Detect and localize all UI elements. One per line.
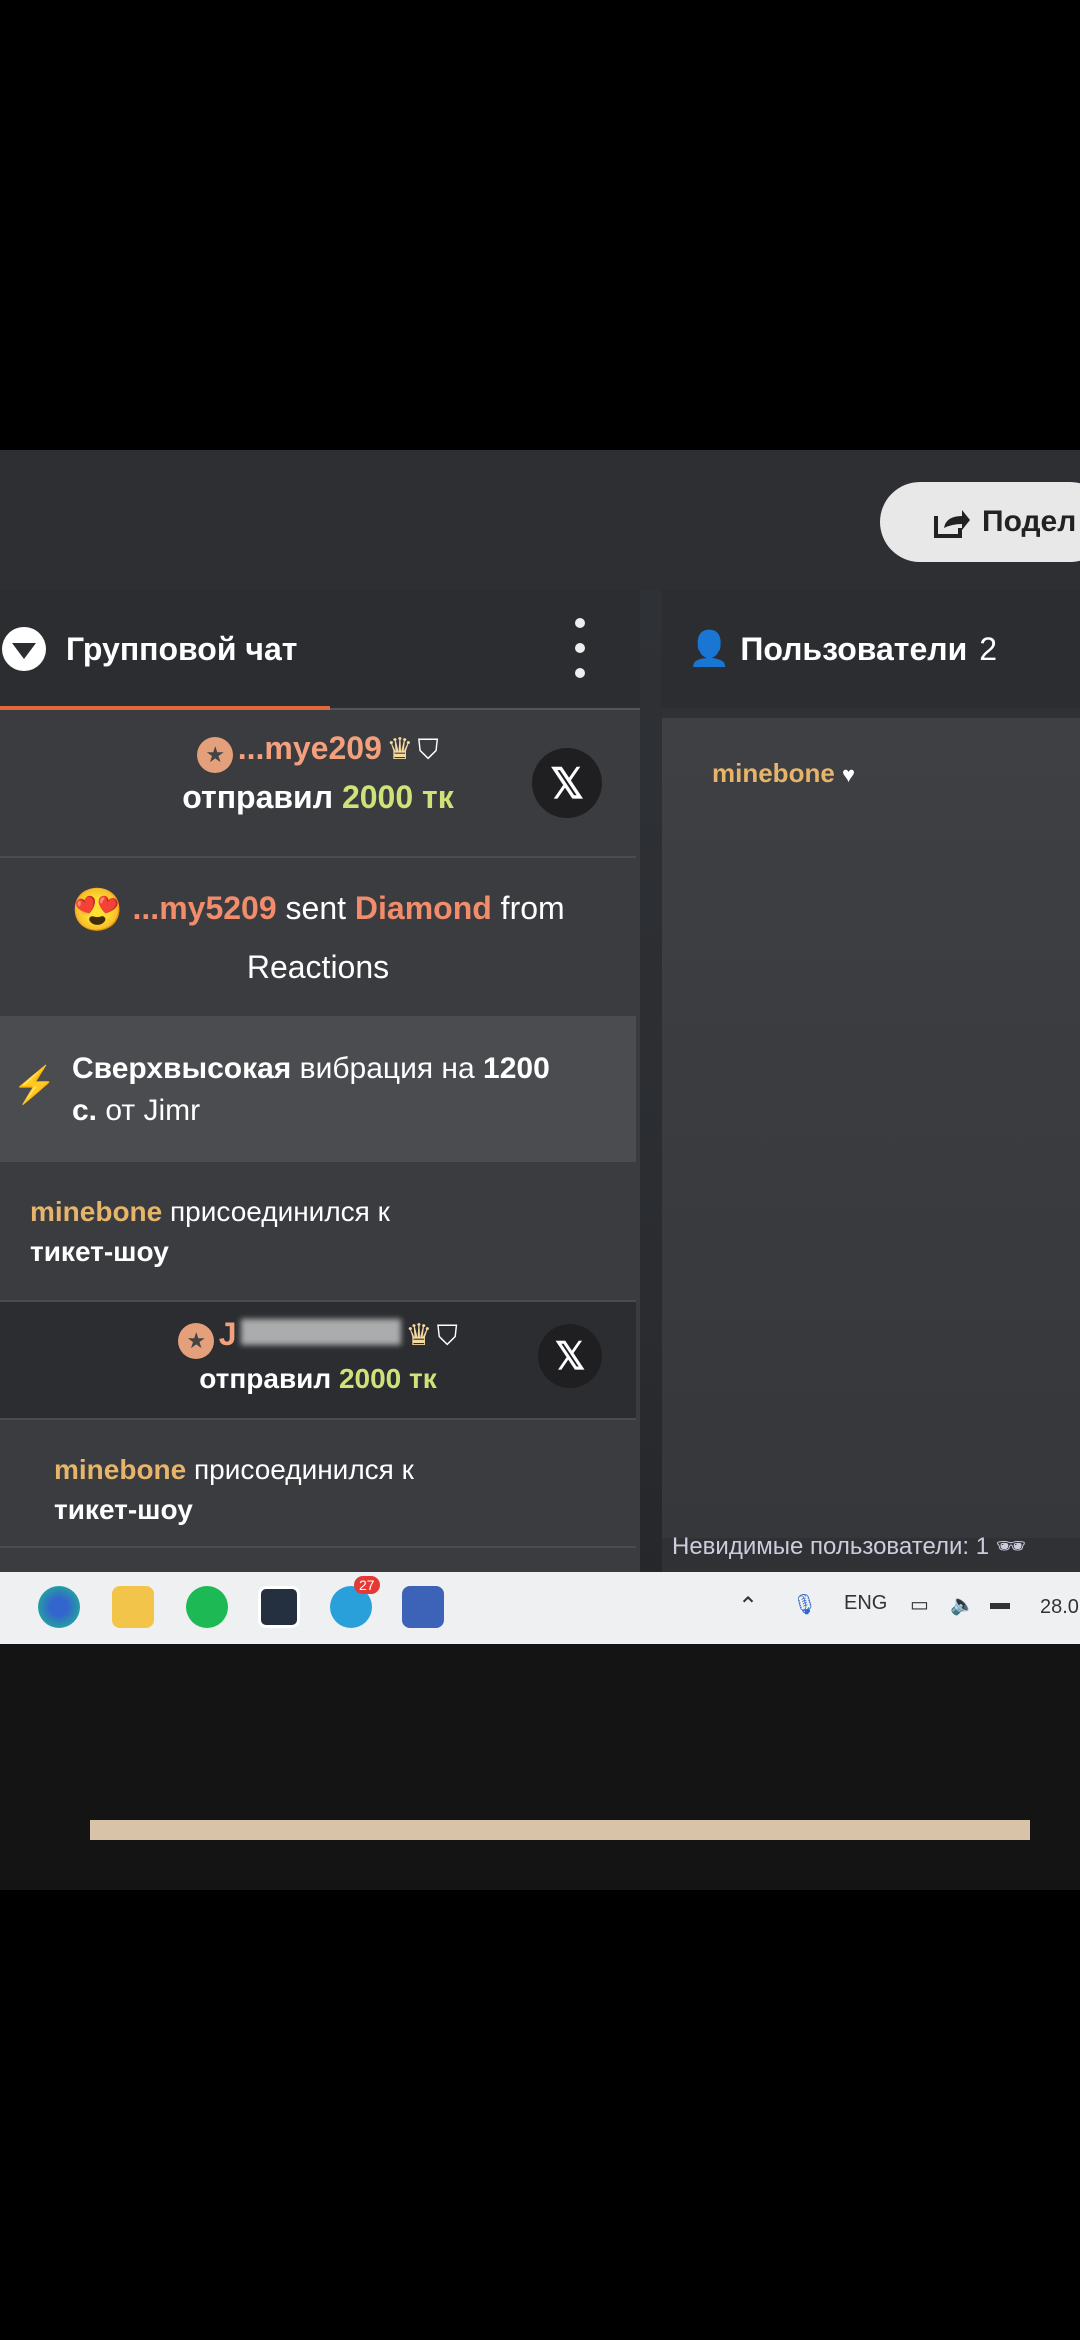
file-explorer-icon[interactable] [112,1586,154,1628]
laptop-keyboard-area [0,1644,1080,1890]
heart-eyes-emoji-icon: 😍 [71,886,124,933]
gift-message: ★ ...mye209 ♛ ⛉ отправил 2000 тк 𝕏 [0,710,636,858]
reaction-username: ...my5209 [132,889,277,926]
laptop-bezel-highlight [90,1820,1030,1840]
join-room: тикет-шоу [30,1236,169,1267]
network-icon[interactable]: ▭ [910,1592,929,1617]
x-share-button[interactable]: 𝕏 [538,1324,602,1388]
gift-action-text: отправил [182,778,334,815]
chevron-up-icon[interactable]: ⌃ [738,1592,758,1621]
x-share-button[interactable]: 𝕏 [532,748,602,818]
language-indicator[interactable]: ENG [844,1592,887,1615]
users-list: minebone ♥ [662,718,1080,1538]
user-list-item[interactable]: minebone ♥ [712,758,855,789]
microphone-icon[interactable]: 🎙 [792,1592,817,1617]
gift-amount: 2000 тк [338,1362,437,1394]
share-icon [934,510,970,538]
gift-username: ...mye209 [237,730,382,766]
join-username: minebone [30,1196,163,1227]
more-menu-icon[interactable] [570,618,590,678]
reaction-source: Reactions [246,949,390,985]
app2-icon[interactable] [402,1586,444,1628]
vibration-from: от Jimr [105,1094,201,1127]
telegram-icon[interactable]: 27 [330,1576,380,1628]
user-name: minebone [712,758,835,788]
battery-icon[interactable]: ▬ [990,1592,1010,1615]
share-button[interactable]: Подел [880,482,1080,562]
gift-message: ★ J ♛ ⛉ отправил 2000 тк 𝕏 [0,1302,636,1420]
join-message: minebone присоединился к тикет-шоу [0,1162,636,1302]
vibration-text: вибрация на [299,1052,475,1085]
join-message: minebone присоединился к тикет-шоу [0,1420,636,1548]
gift-action-text: отправил [199,1362,332,1394]
volume-icon[interactable]: 🔈 [950,1592,975,1617]
heart-icon: ♥ [842,762,856,787]
spotify-icon[interactable] [186,1586,228,1628]
invisible-users-text: Невидимые пользователи: 1 [672,1533,990,1560]
gift-amount: 2000 тк [341,778,454,815]
gift-username: J [218,1316,237,1352]
user-badge-icon: ★ [197,736,234,773]
app-icon[interactable] [258,1586,300,1628]
users-panel: 👤 Пользователи 2 minebone ♥ Невидимые по… [662,590,1080,1590]
users-header: 👤 Пользователи 2 [662,590,1080,708]
reaction-from-word: from [500,889,565,926]
user-badge-icon: ★ [178,1322,215,1359]
chat-title: Групповой чат [66,630,298,667]
reaction-sent-word: sent [285,889,346,926]
users-count: 2 [979,630,998,667]
vibration-amount: 1200 [483,1052,550,1085]
users-title: Пользователи [740,630,968,667]
group-chat-panel: Групповой чат ★ ...mye209 ♛ ⛉ отправил 2… [0,590,640,1590]
crown-icon: ♛ [386,733,414,766]
telegram-badge: 27 [354,1576,380,1594]
chat-header: Групповой чат [0,590,640,708]
user-icon: 👤 [688,630,731,668]
top-bar: Подел [0,450,1080,590]
join-username: minebone [54,1454,187,1485]
join-text: присоединился к [170,1196,390,1227]
crown-icon: ♛ [405,1319,433,1352]
vibration-unit: с. [72,1094,98,1127]
windows-taskbar: 27 ⌃ 🎙 ENG ▭ 🔈 ▬ 28.0 [0,1572,1080,1644]
share-label: Подел [982,505,1077,538]
reaction-item: Diamond [354,889,492,926]
chat-logo-icon [2,627,46,671]
join-room: тикет-шоу [54,1494,193,1525]
shield-icon: ⛉ [436,1320,458,1351]
redacted-area [240,1319,401,1345]
lightning-icon: ⚡ [12,1064,57,1105]
vibration-message: ⚡ Сверхвысокая вибрация на 1200 с. от Ji… [0,1018,636,1162]
incognito-icon: 🕶 [995,1533,1027,1560]
clock-date: 28.0 [1040,1596,1079,1618]
invisible-users: Невидимые пользователи: 1 🕶 [672,1532,1026,1561]
monitor-screen: Подел Групповой чат ★ ...mye209 ♛ ⛉ отпр… [0,450,1080,1890]
shield-icon: ⛉ [417,734,439,765]
join-text: присоединился к [194,1454,414,1485]
edge-icon[interactable] [38,1586,80,1628]
reaction-message: 😍 ...my5209 sent Diamond from Reactions [0,858,636,1018]
vibration-level: Сверхвысокая [72,1052,292,1085]
